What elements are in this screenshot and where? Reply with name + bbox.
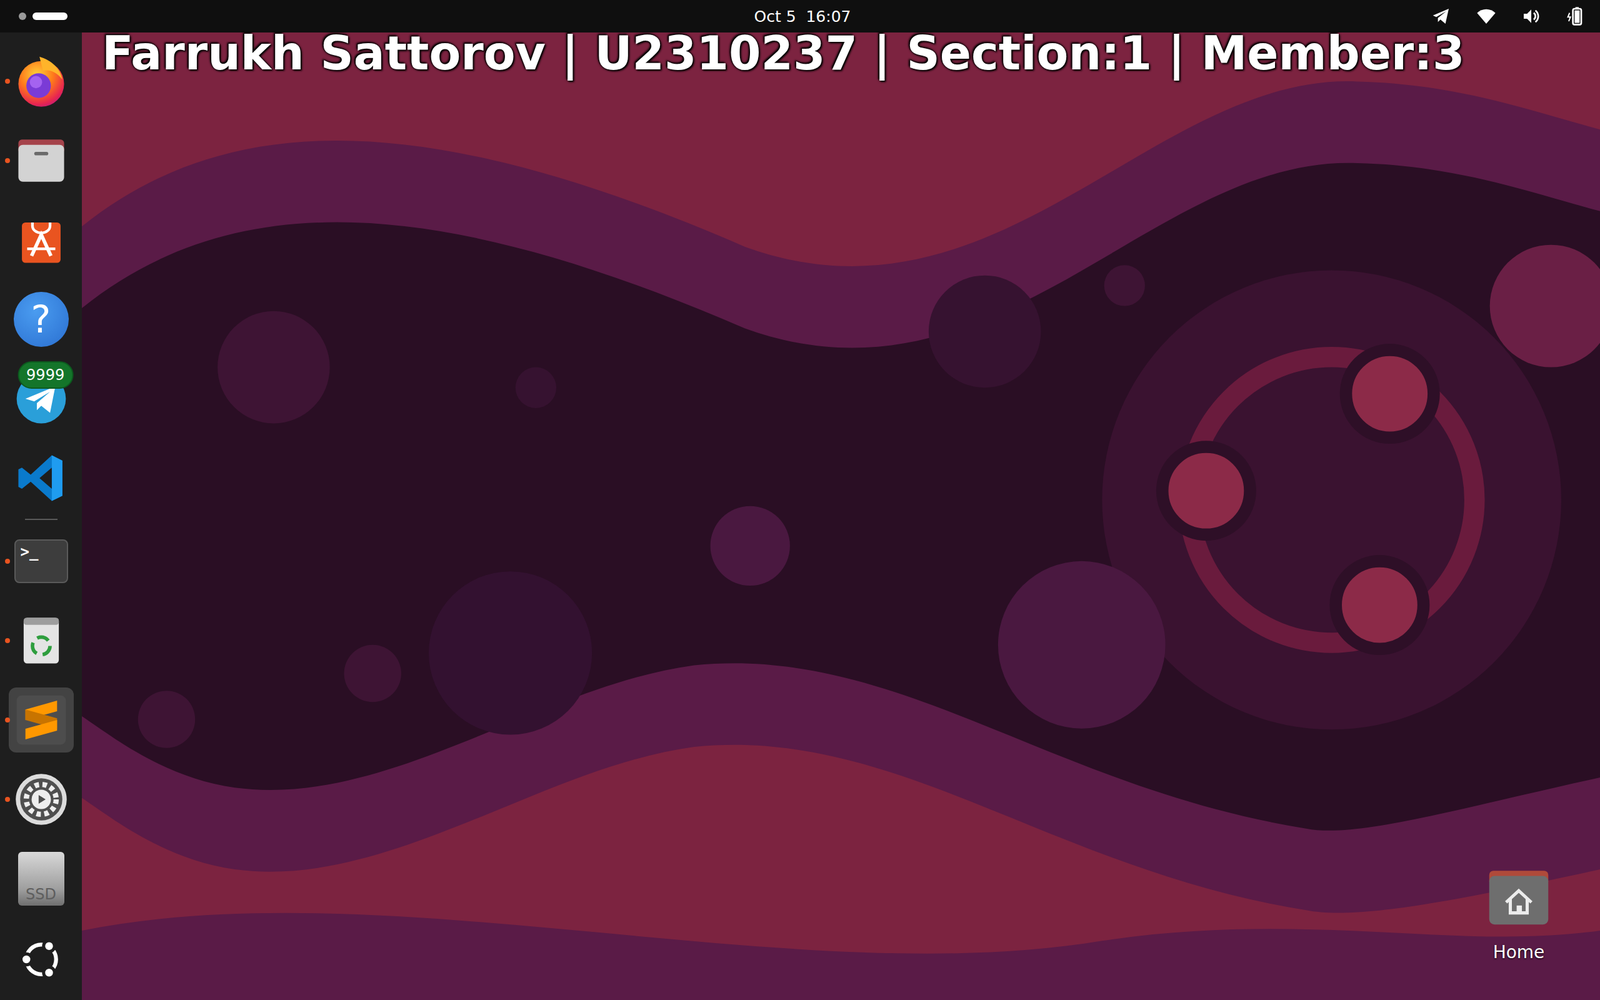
battery-icon[interactable]: [1566, 6, 1587, 27]
desktop-icon[interactable]: Home: [1468, 864, 1569, 964]
identity-overlay: Farrukh Sattorov | U2310237 | Section:1 …: [101, 30, 1465, 77]
dock-icon-frame[interactable]: SSD: [8, 846, 74, 912]
dock-item[interactable]: [0, 600, 82, 680]
home-folder-icon: [1484, 864, 1554, 932]
workspace-indicator[interactable]: [32, 12, 68, 20]
desktop: Home: [81, 32, 1600, 1000]
desktop-icon-label: Home: [1489, 940, 1549, 964]
dock-item[interactable]: [0, 200, 82, 280]
dock-item[interactable]: [0, 41, 82, 121]
dock-icon-frame[interactable]: [8, 48, 74, 114]
dock-icon-frame[interactable]: ?: [8, 286, 74, 352]
top-bar: Oct 5 16:07: [0, 0, 1600, 33]
dock: ? 9999 >_ SSD: [0, 32, 82, 1000]
vscode-icon: [13, 450, 70, 507]
dock-icon-frame[interactable]: [8, 608, 74, 674]
dock-item[interactable]: SSD: [0, 838, 82, 919]
dock-icon-frame[interactable]: [8, 766, 74, 832]
help-icon: ?: [13, 291, 69, 347]
running-indicator: [5, 158, 10, 164]
running-indicator: [5, 558, 10, 564]
dock-item[interactable]: [0, 759, 82, 839]
dock-item[interactable]: ?: [0, 279, 82, 359]
ubuntu-logo-icon: [16, 934, 67, 985]
show-apps-button[interactable]: [0, 925, 82, 994]
main-area: ? 9999 >_ SSD Home: [0, 32, 1600, 1000]
running-indicator: [5, 796, 10, 802]
workspace-indicator[interactable]: [18, 12, 27, 20]
trash-icon: [13, 612, 70, 669]
sublime-text-icon: [13, 691, 70, 749]
system-tray: [858, 6, 1587, 27]
firefox-icon: [13, 53, 70, 110]
telegram-tray-icon[interactable]: [1431, 6, 1452, 27]
dock-icon-frame[interactable]: [8, 128, 74, 194]
desktop-screen: Oct 5 16:07? 9999 >_ SSD Home Farrukh Sattoro…: [0, 0, 1600, 1000]
files-icon: [13, 132, 70, 189]
dock-item[interactable]: [0, 438, 82, 518]
dock-icon-frame[interactable]: [8, 687, 74, 753]
dock-item[interactable]: [0, 680, 82, 760]
dock-icon-frame[interactable]: [8, 207, 74, 273]
dock-item[interactable]: [0, 120, 82, 200]
wallpaper: [81, 32, 1600, 1000]
running-indicator: [5, 717, 10, 723]
dock-icon-frame[interactable]: [8, 445, 74, 511]
dock-item[interactable]: 9999: [0, 358, 82, 439]
app-center-icon: [13, 211, 70, 269]
wifi-icon[interactable]: [1476, 6, 1497, 27]
running-indicator: [5, 638, 10, 644]
terminal-icon: >_: [14, 539, 69, 584]
ssd-drive-icon: SSD: [18, 851, 65, 906]
clock[interactable]: Oct 5 16:07: [746, 3, 859, 30]
volume-icon[interactable]: [1521, 6, 1542, 27]
dock-separator: [25, 518, 58, 520]
settings-icon: [13, 771, 70, 828]
unread-badge: 9999: [17, 361, 74, 389]
running-indicator: [5, 78, 10, 84]
dock-item[interactable]: >_: [0, 521, 82, 601]
activities-button[interactable]: [18, 12, 747, 20]
dock-icon-frame[interactable]: >_: [8, 528, 74, 594]
